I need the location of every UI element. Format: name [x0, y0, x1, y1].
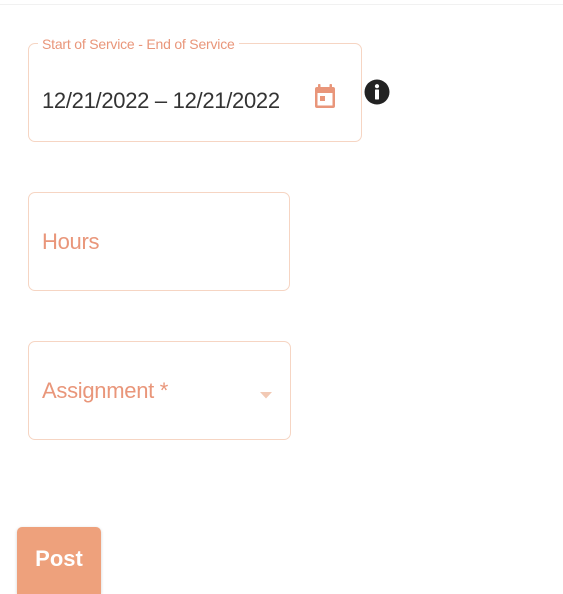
post-button[interactable]: Post	[17, 527, 101, 594]
calendar-icon[interactable]	[313, 81, 337, 111]
hours-placeholder: Hours	[42, 229, 100, 254]
caret-down-icon	[259, 386, 273, 399]
service-date-range-label: Start of Service - End of Service	[38, 36, 239, 52]
service-entry-form: Start of Service - End of Service 12/21/…	[0, 0, 563, 594]
assignment-placeholder: Assignment *	[42, 378, 169, 403]
service-date-range-field[interactable]: Start of Service - End of Service 12/21/…	[28, 36, 362, 142]
assignment-select[interactable]: Assignment *	[28, 341, 291, 440]
card-edge	[0, 4, 563, 5]
info-icon[interactable]	[364, 79, 390, 105]
service-date-range-value[interactable]: 12/21/2022 – 12/21/2022	[42, 88, 280, 114]
hours-field[interactable]: Hours	[28, 192, 290, 291]
